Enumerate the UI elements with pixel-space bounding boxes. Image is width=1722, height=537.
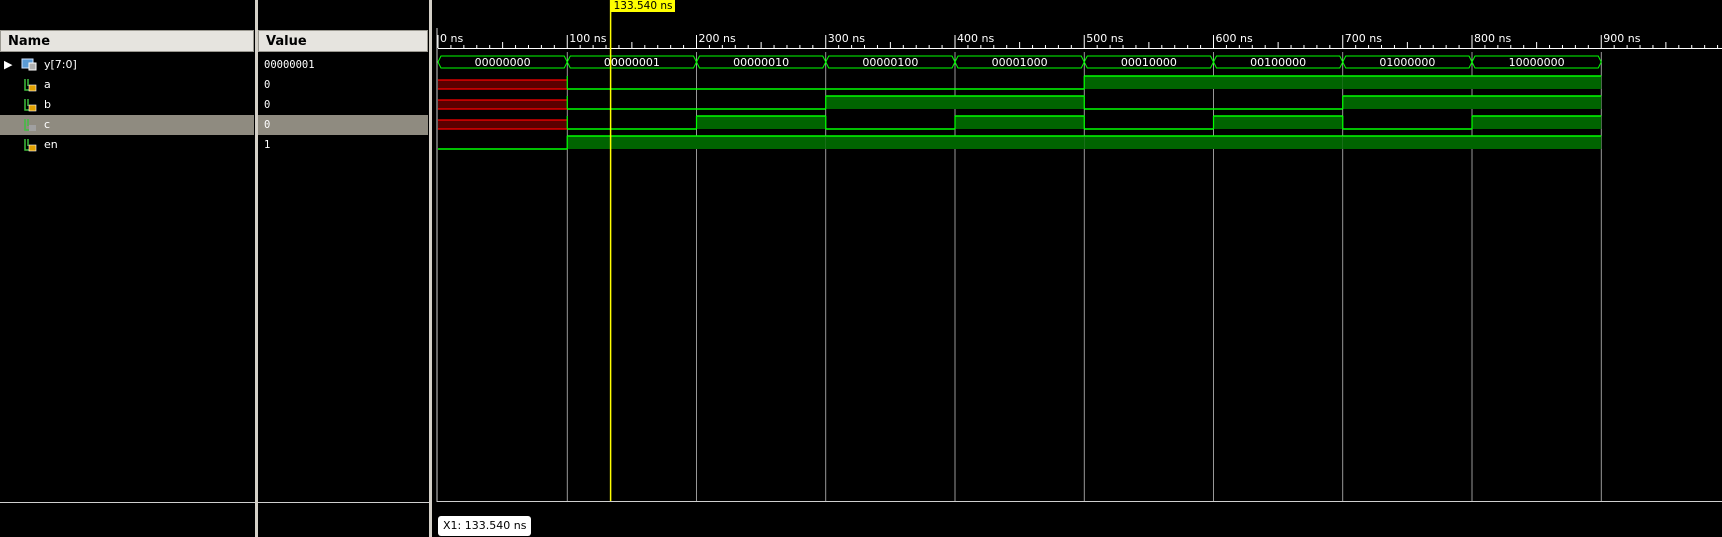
high-fill (1472, 96, 1602, 109)
high-fill (825, 136, 955, 149)
bus-value-label: 01000000 (1379, 56, 1435, 69)
high-fill (1213, 116, 1343, 129)
wire-lock-icon (23, 138, 37, 152)
signal-value: 0 (264, 99, 271, 111)
bus-value-label: 00100000 (1250, 56, 1306, 69)
high-fill (1472, 116, 1602, 129)
wire-lock-icon (23, 78, 37, 92)
expand-arrow-icon[interactable]: ▶ (4, 55, 12, 75)
signal-row[interactable]: c (0, 115, 254, 135)
high-fill (1472, 76, 1602, 89)
ruler-tick-label: 900 ns (1603, 32, 1640, 45)
high-fill (1084, 76, 1214, 89)
unknown-fill (438, 80, 568, 89)
high-fill (567, 136, 697, 149)
high-fill (696, 116, 826, 129)
high-fill (955, 116, 1085, 129)
unknown-fill (438, 120, 568, 129)
high-fill (955, 96, 1085, 109)
signal-row[interactable]: en (0, 135, 254, 155)
high-fill (1472, 136, 1602, 149)
ruler-tick-label: 700 ns (1345, 32, 1382, 45)
ruler-tick-label: 0 ns (440, 32, 463, 45)
ruler-tick-label: 100 ns (569, 32, 606, 45)
signal-value: 0 (258, 115, 428, 135)
ruler-tick-label: 600 ns (1216, 32, 1253, 45)
wire-icon (23, 118, 37, 132)
x1-readout: X1: 133.540 ns (438, 516, 532, 536)
high-fill (825, 96, 955, 109)
signal-row[interactable]: a (0, 75, 254, 95)
name-panel: Name ▶ y[7:0] a b c en (0, 0, 255, 537)
value-panel: Value 00000001 0 0 0 1 (258, 0, 429, 537)
signal-row[interactable]: ▶ y[7:0] (0, 55, 254, 75)
ruler-tick-label: 300 ns (828, 32, 865, 45)
high-fill (1342, 96, 1472, 109)
wire-lock-icon (23, 98, 37, 112)
bus-icon (21, 58, 37, 71)
signal-value: 00000001 (264, 59, 315, 71)
cursor-time-badge[interactable]: 133.540 ns (610, 0, 676, 12)
bus-value-label: 00000000 (475, 56, 531, 69)
bus-value-label: 00001000 (992, 56, 1048, 69)
ruler-tick-label: 500 ns (1086, 32, 1123, 45)
high-fill (1213, 136, 1343, 149)
bus-value-label: 00000001 (604, 56, 660, 69)
name-panel-footer-divider (0, 502, 255, 503)
ruler-tick-label: 200 ns (699, 32, 736, 45)
bus-value-label: 00010000 (1121, 56, 1177, 69)
signal-value: 1 (264, 139, 271, 151)
unknown-fill (438, 100, 568, 109)
signal-row[interactable]: b (0, 95, 254, 115)
waveform-canvas[interactable]: 0 ns 100 ns 200 ns 300 ns 400 ns 500 ns 600 ns… (432, 0, 1722, 537)
signal-name: c (44, 118, 51, 131)
signal-name: y[7:0] (44, 58, 77, 71)
value-panel-footer-divider (258, 502, 429, 503)
high-fill (955, 136, 1085, 149)
high-fill (696, 136, 826, 149)
bus-value-label: 00000100 (862, 56, 918, 69)
value-column-header[interactable]: Value (258, 30, 428, 52)
signal-name: b (44, 98, 51, 111)
name-column-header[interactable]: Name (0, 30, 254, 52)
high-fill (1342, 136, 1472, 149)
signal-value: 0 (264, 79, 271, 91)
high-fill (1084, 136, 1214, 149)
ruler-tick-label: 800 ns (1474, 32, 1511, 45)
high-fill (1342, 76, 1472, 89)
ruler-tick-label: 400 ns (957, 32, 994, 45)
high-fill (1213, 76, 1343, 89)
bus-value-label: 00000010 (733, 56, 789, 69)
signal-name: a (44, 78, 51, 91)
bus-value-label: 10000000 (1509, 56, 1565, 69)
signal-name: en (44, 138, 58, 151)
